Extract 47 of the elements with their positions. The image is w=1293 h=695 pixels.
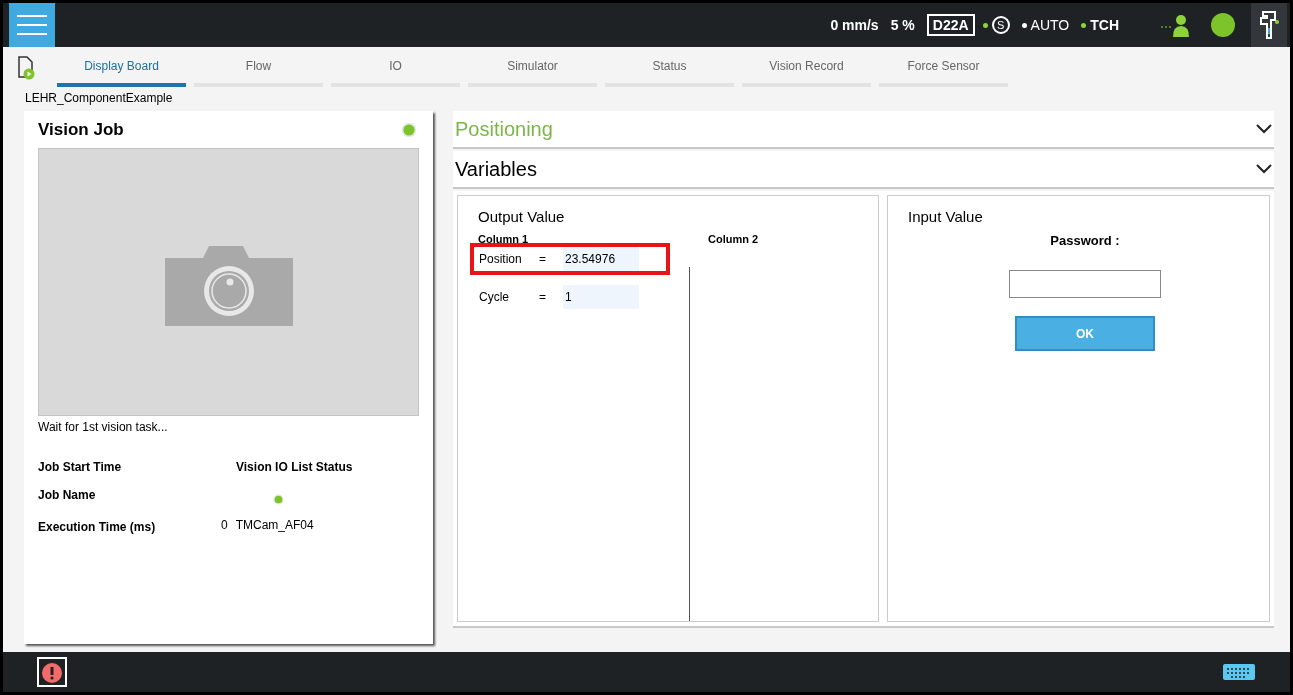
field-label: Job Start Time bbox=[38, 458, 123, 476]
robot-arm-icon bbox=[1258, 8, 1280, 42]
status-message: Wait for 1st vision task... bbox=[38, 418, 169, 436]
chevron-down-icon bbox=[1256, 164, 1272, 174]
speed-reading: 0 mm/s bbox=[830, 15, 879, 35]
field-label: Job Name bbox=[38, 486, 97, 504]
code-badge: D22A bbox=[926, 14, 975, 36]
camera-name: TMCam_AF04 bbox=[235, 516, 314, 534]
tab[interactable]: Flow bbox=[194, 57, 323, 87]
panel-title: Output Value bbox=[478, 207, 566, 227]
person-icon[interactable] bbox=[1159, 13, 1191, 37]
menu-button[interactable] bbox=[9, 3, 55, 47]
password-label: Password : bbox=[1050, 231, 1120, 250]
alert-icon[interactable] bbox=[37, 657, 67, 687]
password-field[interactable] bbox=[1009, 270, 1161, 298]
variable-name: Position bbox=[479, 251, 523, 268]
equals-sign: = bbox=[539, 289, 547, 306]
tch-label: TCH bbox=[1090, 15, 1119, 35]
equals-sign: = bbox=[539, 251, 547, 268]
variable-value: 23.54976 bbox=[563, 247, 639, 271]
speed-percent: 5 % bbox=[890, 15, 915, 35]
keyboard-icon[interactable] bbox=[1222, 662, 1256, 682]
column-header: Column 1 bbox=[478, 231, 530, 247]
file-play-icon[interactable] bbox=[17, 55, 35, 81]
tab[interactable]: Display Board bbox=[57, 57, 186, 87]
status-dot-icon bbox=[401, 121, 417, 138]
panel-title: Input Value bbox=[908, 207, 984, 227]
variable-value: 1 bbox=[563, 285, 639, 309]
project-name: LEHR_ComponentExample bbox=[25, 91, 174, 105]
execution-time-value: 0 bbox=[221, 516, 228, 534]
variable-name: Cycle bbox=[479, 289, 510, 306]
safety-badge: S bbox=[991, 16, 1010, 34]
column-header: Column 2 bbox=[708, 231, 759, 245]
tab[interactable]: Force Sensor bbox=[879, 57, 1008, 87]
section-header[interactable]: Variables bbox=[453, 151, 1274, 189]
card-title: Vision Job bbox=[38, 119, 124, 141]
status-dot-icon bbox=[273, 493, 284, 505]
mode-label: AUTO bbox=[1030, 15, 1070, 35]
tab[interactable]: IO bbox=[331, 57, 460, 87]
tab[interactable]: Simulator bbox=[468, 57, 597, 87]
io-list-title: Vision IO List Status bbox=[236, 458, 354, 476]
status-light-icon[interactable] bbox=[1211, 13, 1235, 37]
chevron-down-icon bbox=[1256, 124, 1272, 134]
tab[interactable]: Status bbox=[605, 57, 734, 87]
field-label: Execution Time (ms) bbox=[38, 518, 157, 536]
robot-arm-button[interactable] bbox=[1251, 3, 1287, 47]
tab[interactable]: Vision Record bbox=[742, 57, 871, 87]
